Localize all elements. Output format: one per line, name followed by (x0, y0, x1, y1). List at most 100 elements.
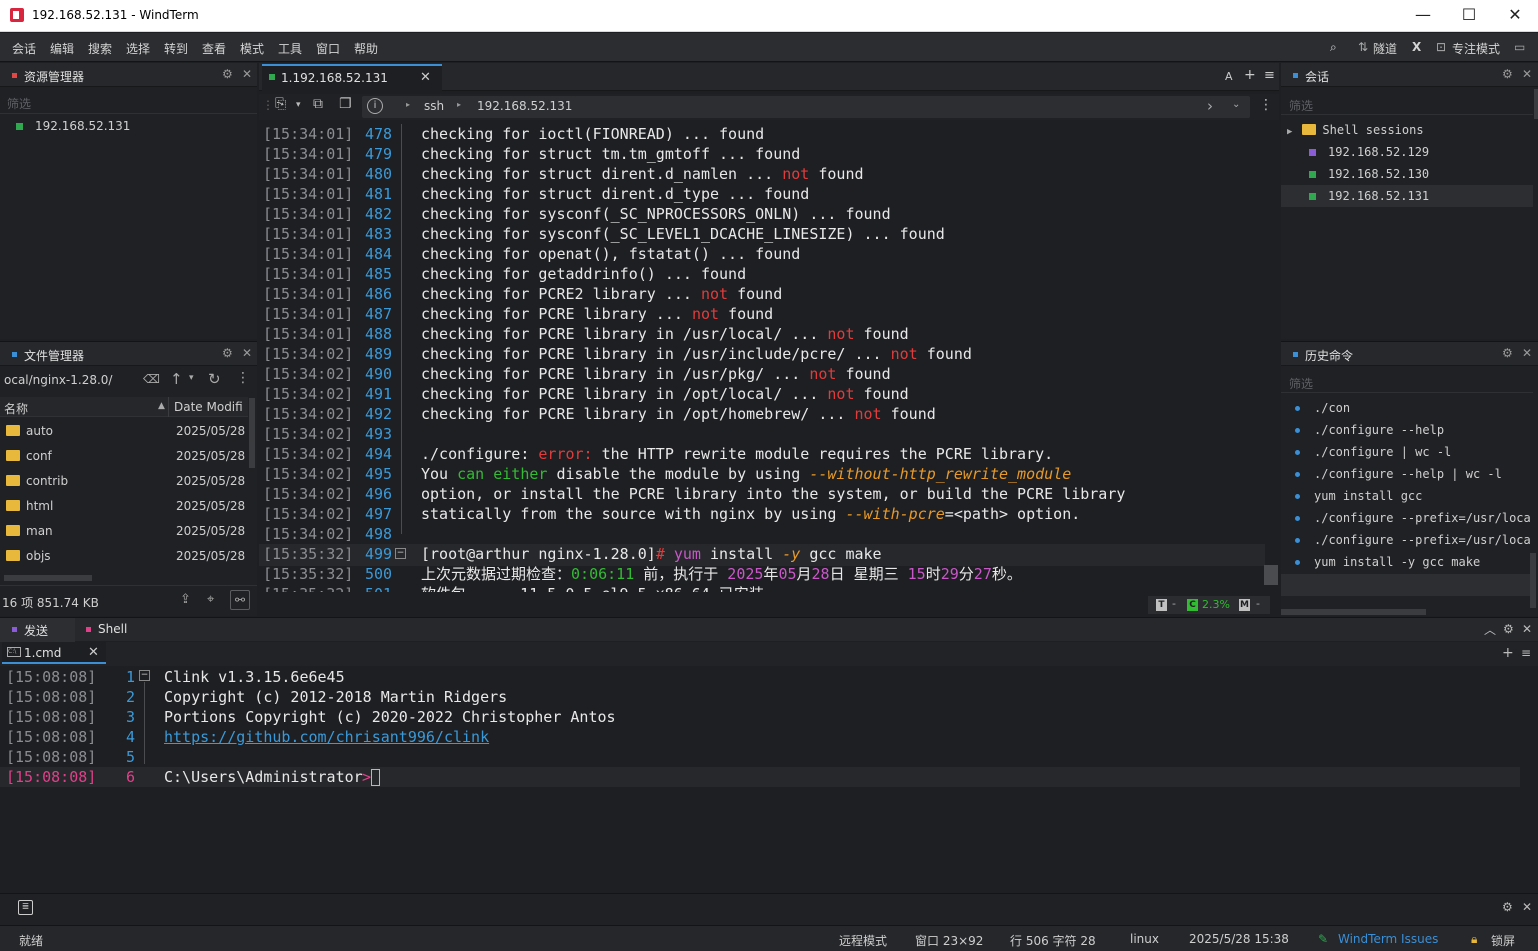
file-list-hscrollbar[interactable] (4, 575, 92, 581)
menu-help[interactable]: 帮助 (354, 40, 378, 57)
file-row[interactable]: auto 2025/05/28 (6, 420, 246, 442)
tab-close-icon[interactable]: ✕ (88, 645, 99, 660)
history-hscrollbar[interactable] (1281, 609, 1426, 615)
file-list-scrollbar[interactable] (249, 398, 255, 468)
info-icon[interactable]: i (367, 98, 383, 114)
up-arrow-icon[interactable]: ↑ (170, 370, 183, 388)
tunnel-button[interactable]: 隧道 (1373, 40, 1397, 57)
status-os[interactable]: linux (1130, 932, 1159, 946)
menu-select[interactable]: 选择 (126, 40, 150, 57)
history-item[interactable]: ./configure --prefix=/usr/local (1295, 529, 1531, 551)
close-icon[interactable]: ✕ (242, 67, 252, 81)
history-item[interactable]: yum install -y gcc make (1295, 551, 1531, 573)
sync-terminal-icon[interactable]: ⚯ (230, 590, 250, 610)
path-input[interactable]: ocal/nginx-1.28.0/ (4, 370, 160, 390)
menu-edit[interactable]: 编辑 (50, 40, 74, 57)
windterm-issues-link[interactable]: WindTerm Issues (1338, 932, 1438, 946)
menu-window[interactable]: 窗口 (316, 40, 340, 57)
file-row[interactable]: objs 2025/05/28 (6, 545, 246, 567)
tab-menu-button[interactable]: ≡ (1264, 68, 1275, 83)
minimize-button[interactable]: — (1400, 0, 1446, 32)
gear-icon[interactable]: ⚙ (1502, 346, 1513, 360)
menu-search[interactable]: 搜索 (88, 40, 112, 57)
clear-path-icon[interactable]: ⌫ (143, 372, 160, 386)
cmd-tab[interactable]: C:\ 1.cmd ✕ (2, 642, 106, 664)
protocol-label[interactable]: ssh (424, 99, 444, 113)
new-session-icon[interactable]: ⎘ (275, 96, 286, 112)
font-button[interactable]: A (1225, 70, 1233, 83)
terminal-scrollbar-thumb[interactable] (1264, 565, 1278, 585)
close-icon[interactable]: ✕ (1522, 622, 1532, 636)
history-item[interactable]: ./configure | wc -l (1295, 441, 1531, 463)
chevron-right-icon[interactable]: › (1207, 97, 1213, 115)
menu-view[interactable]: 查看 (202, 40, 226, 57)
clink-link[interactable]: https://github.com/chrisant996/clink (164, 727, 489, 747)
history-scrollbar[interactable] (1530, 553, 1536, 608)
chevron-up-icon[interactable]: ︿ (1484, 621, 1496, 638)
tab-menu-button[interactable]: ≡ (1521, 646, 1531, 660)
close-icon[interactable]: ✕ (1522, 346, 1532, 360)
chevron-down-icon[interactable]: ▾ (189, 373, 194, 383)
close-icon[interactable]: ✕ (1522, 67, 1532, 81)
file-row[interactable]: html 2025/05/28 (6, 495, 246, 517)
gear-icon[interactable]: ⚙ (1502, 67, 1513, 81)
layout-icon[interactable]: ▭ (1514, 40, 1525, 54)
file-row[interactable]: contrib 2025/05/28 (6, 470, 246, 492)
lock-screen-button[interactable]: 锁屏 (1491, 932, 1515, 949)
gear-icon[interactable]: ⚙ (1502, 900, 1513, 914)
close-icon[interactable]: ✕ (1522, 900, 1532, 914)
menu-tools[interactable]: 工具 (278, 40, 302, 57)
focus-mode-button[interactable]: 专注模式 (1452, 40, 1500, 57)
terminal-tab[interactable]: 1.192.168.52.131 ✕ (262, 64, 442, 91)
more-vertical-icon[interactable]: ⋮ (1259, 97, 1273, 113)
file-row[interactable]: man 2025/05/28 (6, 520, 246, 542)
gear-icon[interactable]: ⚙ (222, 346, 233, 360)
column-name[interactable]: 名称 (4, 400, 28, 417)
duplicate-icon[interactable]: ⧉ (313, 96, 323, 112)
upload-icon[interactable]: ⇪ (180, 592, 191, 607)
history-item[interactable]: ./con (1295, 397, 1531, 419)
status-cursor-position[interactable]: 行 506 字符 28 (1010, 932, 1096, 949)
status-window-size[interactable]: 窗口 23×92 (915, 932, 983, 949)
chevron-down-icon[interactable]: ▾ (296, 100, 301, 110)
history-item[interactable]: ./configure --help | wc -l (1295, 463, 1531, 485)
address-bar[interactable]: i ▸ ssh ▸ 192.168.52.131 › ⌄ (362, 96, 1250, 118)
history-item[interactable]: ./configure --help (1295, 419, 1531, 441)
column-date-modified[interactable]: Date Modifi (174, 400, 243, 414)
search-icon[interactable]: ⌕ (1330, 40, 1337, 55)
chevron-down-icon[interactable]: ⌄ (1232, 99, 1240, 110)
more-vertical-icon[interactable]: ⋮ (236, 370, 250, 386)
gear-icon[interactable]: ⚙ (1503, 622, 1514, 636)
close-icon[interactable]: ✕ (242, 346, 252, 360)
tab-close-icon[interactable]: ✕ (420, 70, 431, 85)
tab-shell[interactable]: Shell (78, 618, 148, 642)
fold-toggle-icon[interactable]: − (139, 670, 150, 681)
cmd-terminal-output[interactable]: − [15:08:08] 1 Clink v1.3.15.6e6e45 [15:08:… (0, 666, 1538, 892)
history-item[interactable]: ./configure --prefix=/usr/local (1295, 507, 1531, 529)
x-button[interactable]: X (1412, 40, 1421, 54)
host-label[interactable]: 192.168.52.131 (477, 99, 572, 113)
explorer-item[interactable]: 192.168.52.131 (16, 115, 130, 137)
session-item[interactable]: 192.168.52.130 (1309, 163, 1529, 185)
gear-icon[interactable]: ⚙ (222, 67, 233, 81)
explorer-filter-input[interactable]: 筛选 (7, 95, 31, 112)
file-row[interactable]: conf 2025/05/28 (6, 445, 246, 467)
session-item[interactable]: 192.168.52.129 (1309, 141, 1529, 163)
terminal-output[interactable]: − [15:34:01] 478 checking for ioctl(FIONRE… (259, 122, 1279, 592)
session-item-selected[interactable]: 192.168.52.131 (1309, 185, 1529, 207)
fold-toggle-icon[interactable]: − (395, 548, 406, 559)
status-mode[interactable]: 远程模式 (839, 932, 887, 949)
new-tab-button[interactable]: + (1244, 67, 1256, 83)
sessions-scrollbar[interactable] (1534, 89, 1538, 119)
sessions-filter-input[interactable]: 筛选 (1289, 97, 1313, 114)
history-filter-input[interactable]: 筛选 (1289, 375, 1313, 392)
menu-mode[interactable]: 模式 (240, 40, 264, 57)
copy-icon[interactable]: ❐ (339, 96, 352, 112)
menu-session[interactable]: 会话 (12, 40, 36, 57)
new-tab-button[interactable]: + (1502, 645, 1514, 661)
drag-handle-icon[interactable]: ⋮ (262, 98, 274, 112)
history-item[interactable]: yum install gcc (1295, 485, 1531, 507)
maximize-button[interactable]: ☐ (1446, 0, 1492, 32)
menu-goto[interactable]: 转到 (164, 40, 188, 57)
chevron-right-icon[interactable]: ▶ (1287, 127, 1292, 137)
